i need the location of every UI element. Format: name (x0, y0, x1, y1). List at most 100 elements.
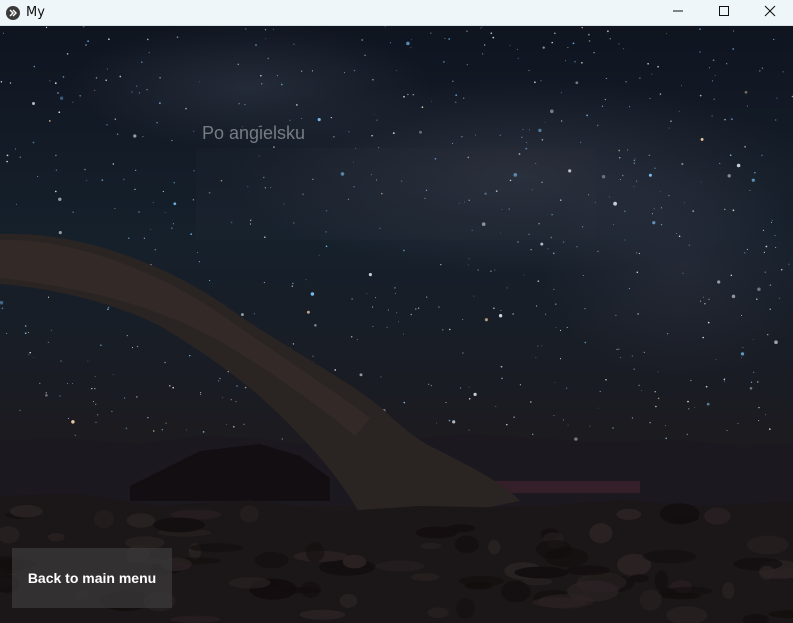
rock (488, 539, 501, 555)
star (554, 381, 556, 383)
label-panel (196, 148, 596, 240)
star (732, 30, 734, 32)
star (686, 433, 689, 436)
star (60, 360, 62, 362)
star (493, 307, 495, 310)
rock (299, 609, 346, 620)
star (526, 141, 528, 144)
star (724, 208, 726, 211)
star (749, 386, 753, 390)
star (714, 74, 716, 76)
back-to-main-menu-button[interactable]: Back to main menu (12, 548, 172, 608)
star (459, 387, 462, 389)
star (562, 241, 565, 243)
star (773, 38, 775, 41)
star (19, 156, 21, 158)
rock (189, 543, 244, 553)
star (161, 428, 164, 431)
star (364, 54, 366, 57)
star (189, 355, 191, 357)
star (576, 246, 578, 248)
star (580, 141, 582, 143)
star (618, 348, 620, 350)
star (555, 303, 557, 305)
star (45, 393, 48, 397)
star (449, 328, 451, 331)
star (152, 430, 155, 432)
maximize-button[interactable] (701, 0, 747, 22)
close-button[interactable] (747, 0, 793, 22)
star (712, 59, 715, 62)
star (208, 279, 211, 282)
star (633, 368, 635, 370)
star (101, 179, 104, 182)
star (523, 274, 525, 276)
star (164, 361, 166, 364)
star (542, 46, 545, 49)
star (670, 120, 672, 122)
star (230, 399, 232, 401)
rock (668, 515, 699, 523)
star (769, 308, 771, 310)
star (255, 44, 257, 46)
star (746, 248, 748, 250)
star (705, 385, 708, 388)
star (291, 285, 294, 287)
star (111, 410, 113, 412)
star (633, 159, 636, 161)
rock (239, 505, 259, 523)
star (440, 263, 442, 266)
star (582, 274, 584, 277)
star (653, 208, 655, 210)
star (660, 224, 663, 226)
star (687, 400, 689, 403)
star (461, 136, 463, 138)
star (67, 417, 69, 419)
star (588, 33, 590, 36)
star (159, 76, 161, 79)
star (200, 393, 202, 395)
rock (661, 592, 701, 600)
star (641, 390, 643, 391)
star (112, 374, 114, 375)
star (84, 168, 86, 171)
star (244, 386, 247, 389)
star (567, 47, 569, 49)
star (87, 360, 89, 362)
star (105, 79, 108, 82)
star (501, 377, 503, 380)
star (353, 69, 356, 72)
star (688, 408, 690, 410)
star (726, 63, 728, 65)
star (301, 70, 303, 72)
star (562, 419, 565, 421)
star (300, 118, 302, 120)
rock (411, 573, 440, 582)
star (49, 80, 51, 82)
window-title: My (26, 5, 45, 20)
rock (427, 607, 449, 618)
star (6, 160, 8, 163)
star (768, 428, 771, 430)
star (665, 437, 668, 440)
star (150, 228, 152, 230)
star (217, 380, 220, 382)
star (719, 162, 721, 165)
star (0, 81, 3, 83)
star (372, 325, 374, 327)
rock (643, 549, 697, 564)
star (744, 145, 746, 148)
star (522, 128, 524, 131)
minimize-button[interactable] (655, 0, 701, 22)
star (477, 269, 479, 271)
star (633, 186, 635, 187)
star (618, 156, 621, 159)
star (776, 97, 778, 99)
star (107, 308, 109, 311)
star (226, 424, 227, 425)
star (622, 174, 624, 177)
title-bar[interactable]: My (0, 0, 793, 26)
star (136, 396, 138, 398)
star (528, 69, 530, 71)
star (280, 83, 283, 86)
